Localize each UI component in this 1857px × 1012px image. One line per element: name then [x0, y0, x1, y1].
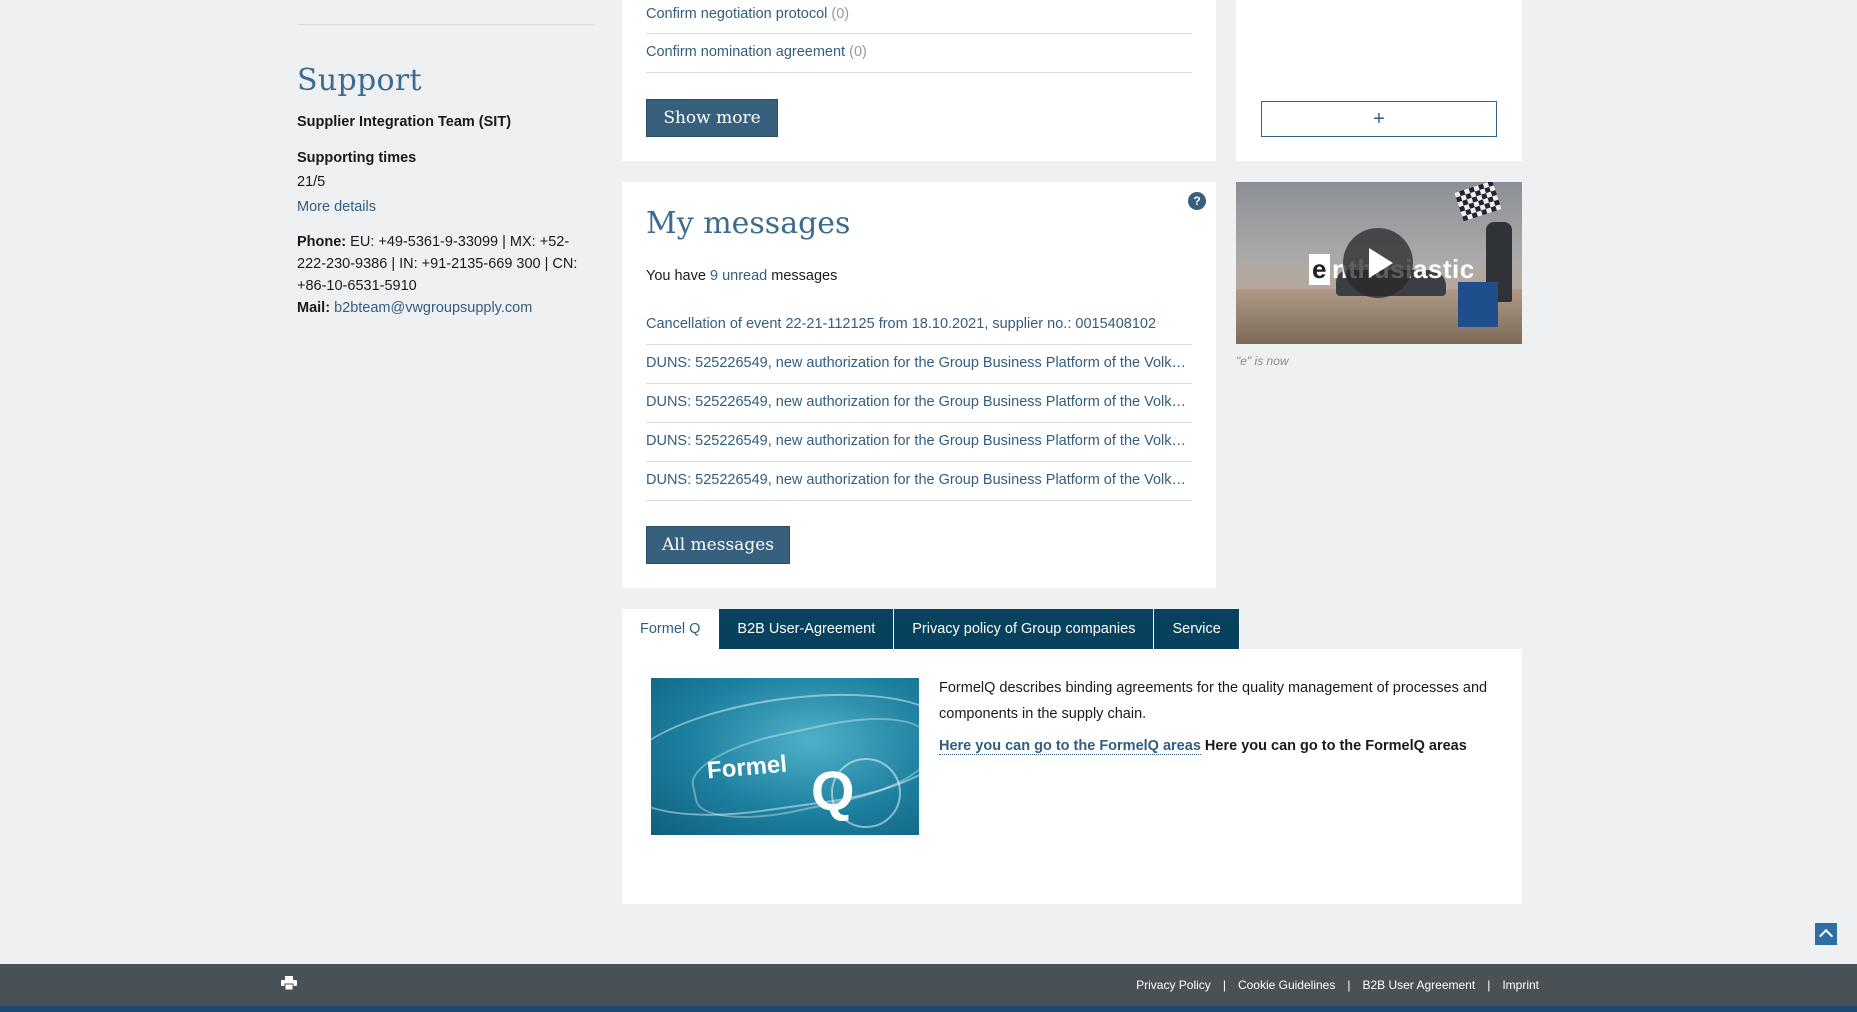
formelq-link-text: Here you can go to the FormelQ areas — [1204, 738, 1467, 754]
footer-link-imprint[interactable]: Imprint — [1502, 978, 1539, 992]
tab-service[interactable]: Service — [1154, 609, 1240, 649]
tab-privacy-policy[interactable]: Privacy policy of Group companies — [894, 609, 1155, 649]
messages-title: My messages — [646, 206, 851, 241]
message-item[interactable]: DUNS: 525226549, new authorization for t… — [646, 423, 1192, 462]
divider — [297, 24, 593, 25]
mail-link[interactable]: b2bteam@vwgroupsupply.com — [334, 300, 532, 316]
tab-formel-q[interactable]: Formel Q — [622, 609, 720, 649]
footer-separator: | — [1222, 978, 1226, 992]
tab-b2b-user-agreement[interactable]: B2B User-Agreement — [719, 609, 895, 649]
task-row[interactable]: Confirm nomination agreement (0) — [646, 34, 1192, 73]
add-button[interactable]: + — [1261, 101, 1497, 137]
summary-prefix: You have — [646, 268, 706, 284]
task-count: (0) — [849, 44, 867, 60]
formelq-description: FormelQ describes binding agreements for… — [939, 680, 1488, 722]
messages-summary: You have 9 unread messages — [646, 268, 837, 284]
right-card: + — [1236, 0, 1522, 161]
info-tabs: Formel Q B2B User-Agreement Privacy poli… — [622, 609, 1240, 649]
phone-label: Phone: — [297, 234, 347, 250]
task-label: Confirm negotiation protocol — [646, 6, 828, 22]
help-icon[interactable]: ? — [1188, 192, 1206, 210]
message-item[interactable]: DUNS: 525226549, new authorization for t… — [646, 384, 1192, 423]
support-title: Support — [297, 63, 422, 98]
footer-link-cookies[interactable]: Cookie Guidelines — [1238, 978, 1335, 992]
formelq-logo-q: Q — [811, 759, 855, 822]
scroll-to-top-button[interactable] — [1815, 923, 1837, 945]
unread-link[interactable]: 9 unread — [710, 268, 767, 284]
formelq-link-line: Here you can go to the FormelQ areas Her… — [939, 738, 1467, 755]
footer-links: Privacy Policy | Cookie Guidelines | B2B… — [1136, 964, 1539, 1006]
supporting-times-value: 21/5 — [297, 174, 326, 190]
tasks-card: Confirm negotiation protocol (0) Confirm… — [622, 0, 1216, 161]
task-count: (0) — [831, 6, 850, 22]
message-item[interactable]: DUNS: 525226549, new authorization for t… — [646, 462, 1192, 501]
all-messages-button[interactable]: All messages — [646, 526, 790, 564]
support-team: Supplier Integration Team (SIT) — [297, 114, 512, 130]
footer-separator: | — [1347, 978, 1351, 992]
footer-link-privacy[interactable]: Privacy Policy — [1136, 978, 1211, 992]
message-item[interactable]: DUNS: 525226549, new authorization for t… — [646, 345, 1192, 384]
messages-card: My messages ? You have 9 unread messages… — [622, 182, 1216, 588]
tab-panel: Formel Q FormelQ describes binding agree… — [622, 649, 1522, 904]
footer: Privacy Policy | Cookie Guidelines | B2B… — [0, 964, 1857, 1006]
support-mail: Mail: b2bteam@vwgroupsupply.com — [297, 297, 593, 319]
video-title-e: e — [1309, 254, 1330, 285]
formelq-image: Formel Q — [651, 678, 919, 835]
footer-separator: | — [1487, 978, 1491, 992]
play-icon[interactable] — [1343, 228, 1413, 298]
support-phone: Phone: EU: +49-5361-9-33099 | MX: +52-22… — [297, 231, 593, 297]
more-details-link[interactable]: More details — [297, 199, 593, 215]
print-icon[interactable] — [281, 976, 297, 990]
support-section: Support Supplier Integration Team (SIT) … — [297, 0, 593, 319]
message-item[interactable]: Cancellation of event 22-21-112125 from … — [646, 306, 1192, 345]
sponsor-sign — [1458, 282, 1498, 327]
checkered-flag — [1454, 182, 1502, 222]
task-row[interactable]: Confirm negotiation protocol (0) — [646, 0, 1192, 34]
os-taskbar — [0, 1006, 1857, 1012]
formelq-link[interactable]: Here you can go to the FormelQ areas — [939, 738, 1201, 755]
mail-label: Mail: — [297, 300, 331, 316]
video-player[interactable]: enthusiastic — [1236, 182, 1522, 344]
footer-link-b2b[interactable]: B2B User Agreement — [1362, 978, 1475, 992]
supporting-times-label: Supporting times — [297, 150, 417, 166]
summary-suffix: messages — [771, 268, 838, 284]
video-caption: "e" is now — [1236, 354, 1289, 368]
show-more-button[interactable]: Show more — [646, 99, 778, 137]
task-label: Confirm nomination agreement — [646, 44, 846, 60]
